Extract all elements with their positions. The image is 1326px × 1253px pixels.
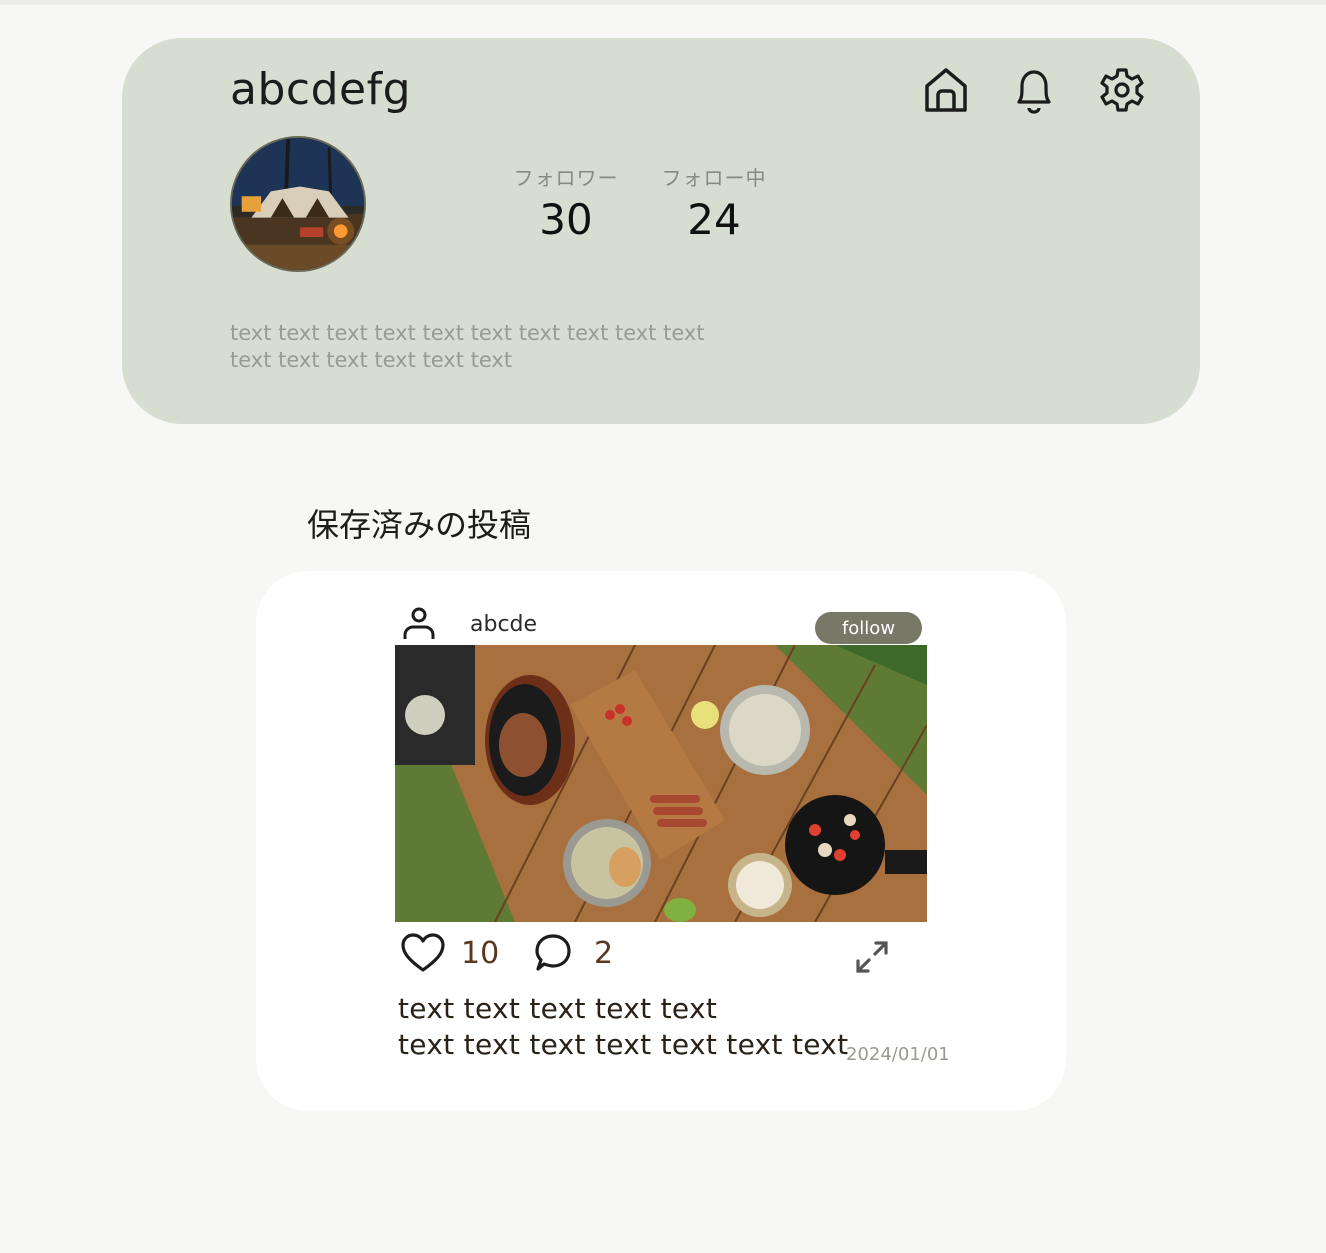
profile-card: abcdefg フォロワー 30 フォロー中 24 text text text… [122,38,1200,424]
user-icon[interactable] [402,605,436,641]
follow-button[interactable]: follow [815,612,922,644]
followers-label: フォロワー [513,166,619,190]
post-username[interactable]: abcde [470,612,537,637]
comment-icon[interactable] [534,933,572,973]
top-divider [0,0,1326,5]
post-card: abcde follow 10 2 text text text text te… [256,571,1066,1111]
following-count: 24 [687,195,741,244]
expand-icon[interactable] [854,939,890,975]
post-caption: text text text text text text text text … [398,991,848,1063]
bio-line: text text text text text text text text … [230,321,705,345]
followers-stat[interactable]: フォロワー 30 [501,162,631,244]
caption-line: text text text text text [398,992,718,1025]
caption-line: text text text text text text text [398,1028,849,1061]
profile-username: abcdefg [230,64,412,115]
home-icon[interactable] [922,64,970,116]
following-stat[interactable]: フォロー中 24 [649,162,779,244]
comments-count: 2 [594,936,614,971]
bio-line: text text text text text text [230,348,513,372]
post-image[interactable] [395,645,927,922]
bell-icon[interactable] [1010,64,1058,116]
post-date: 2024/01/01 [846,1044,950,1065]
following-label: フォロー中 [661,166,767,190]
followers-count: 30 [539,195,593,244]
gear-icon[interactable] [1098,64,1146,116]
saved-posts-title: 保存済みの投稿 [307,506,532,544]
profile-bio: text text text text text text text text … [230,320,750,374]
heart-icon[interactable] [401,933,445,973]
profile-avatar[interactable] [230,136,366,272]
likes-count: 10 [461,936,500,971]
